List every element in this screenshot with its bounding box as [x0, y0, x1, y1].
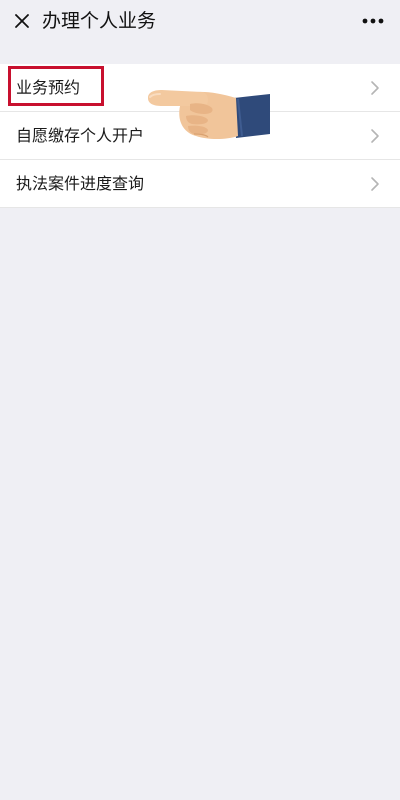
top-navigation-bar: 办理个人业务: [0, 0, 400, 42]
service-menu-list: 业务预约 自愿缴存个人开户 执法案件进度查询: [0, 64, 400, 208]
close-icon: [15, 14, 29, 28]
more-horizontal-icon: [362, 18, 384, 24]
more-button[interactable]: [358, 7, 388, 35]
close-button[interactable]: [8, 7, 36, 35]
chevron-right-icon: [371, 81, 379, 95]
menu-item-label: 业务预约: [16, 78, 81, 97]
menu-item-voluntary-account[interactable]: 自愿缴存个人开户: [0, 112, 400, 160]
chevron-right-icon: [371, 129, 379, 143]
menu-item-appointment[interactable]: 业务预约: [0, 64, 400, 112]
chevron-right-icon: [371, 177, 379, 191]
screen: 办理个人业务 业务预约 自愿缴存个人开户 执法案件进度查询: [0, 0, 400, 800]
menu-item-label: 执法案件进度查询: [16, 174, 145, 193]
page-title: 办理个人业务: [42, 10, 157, 32]
menu-item-label: 自愿缴存个人开户: [16, 126, 145, 145]
menu-item-case-progress[interactable]: 执法案件进度查询: [0, 160, 400, 208]
